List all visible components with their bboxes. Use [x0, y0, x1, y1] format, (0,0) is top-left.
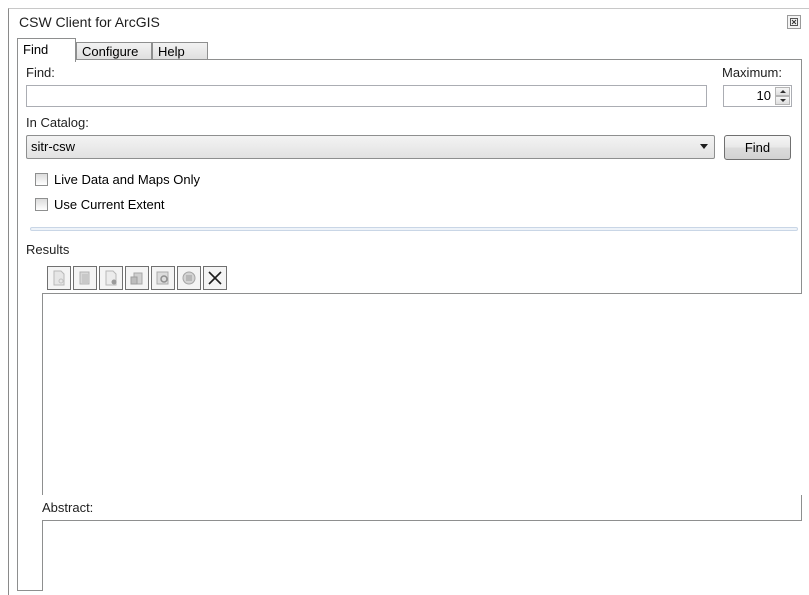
- clear-results-icon: [208, 271, 222, 285]
- title-bar: CSW Client for ArcGIS: [9, 9, 809, 33]
- maximum-stepper[interactable]: 10: [723, 85, 792, 107]
- abstract-textarea[interactable]: [42, 520, 802, 591]
- stepper-down-icon[interactable]: [775, 96, 790, 105]
- add-to-map-button[interactable]: [99, 266, 123, 290]
- window-title: CSW Client for ArcGIS: [19, 14, 160, 30]
- add-to-map-icon: [105, 270, 117, 286]
- clear-results-button[interactable]: [203, 266, 227, 290]
- find-label: Find:: [26, 65, 55, 80]
- find-input[interactable]: [26, 85, 707, 107]
- view-details-icon: [156, 271, 169, 285]
- maximum-value: 10: [756, 88, 771, 103]
- catalog-label: In Catalog:: [26, 115, 89, 130]
- results-label: Results: [26, 242, 70, 257]
- zoom-to-icon: [79, 271, 90, 285]
- close-icon: [790, 18, 798, 26]
- save-button[interactable]: [177, 266, 201, 290]
- save-icon: [182, 271, 196, 285]
- zoom-to-button[interactable]: [73, 266, 97, 290]
- stepper-up-icon[interactable]: [775, 87, 790, 96]
- chevron-down-icon: [700, 144, 708, 149]
- find-panel: Find: Maximum: 10 In Catalog: sitr-csw F…: [17, 59, 802, 591]
- catalog-dropdown[interactable]: sitr-csw: [26, 135, 715, 159]
- maximum-label: Maximum:: [722, 65, 782, 80]
- find-button[interactable]: Find: [724, 135, 791, 160]
- view-metadata-icon: [53, 270, 65, 286]
- current-extent-label: Use Current Extent: [54, 197, 165, 212]
- view-metadata-button[interactable]: [47, 266, 71, 290]
- progress-bar: [30, 227, 798, 231]
- abstract-label: Abstract:: [42, 500, 94, 515]
- csw-client-window: CSW Client for ArcGIS Find Configure Hel…: [8, 8, 809, 595]
- live-data-checkbox[interactable]: Live Data and Maps Only: [35, 172, 200, 187]
- view-details-button[interactable]: [151, 266, 175, 290]
- close-button[interactable]: [787, 15, 801, 29]
- catalog-selected: sitr-csw: [31, 139, 76, 154]
- results-list[interactable]: [42, 293, 802, 495]
- checkbox-box[interactable]: [35, 173, 48, 186]
- download-icon: [130, 272, 143, 285]
- live-data-label: Live Data and Maps Only: [54, 172, 200, 187]
- tab-find[interactable]: Find: [17, 38, 76, 62]
- download-button[interactable]: [125, 266, 149, 290]
- checkbox-box[interactable]: [35, 198, 48, 211]
- current-extent-checkbox[interactable]: Use Current Extent: [35, 197, 165, 212]
- results-toolbar: [47, 266, 227, 290]
